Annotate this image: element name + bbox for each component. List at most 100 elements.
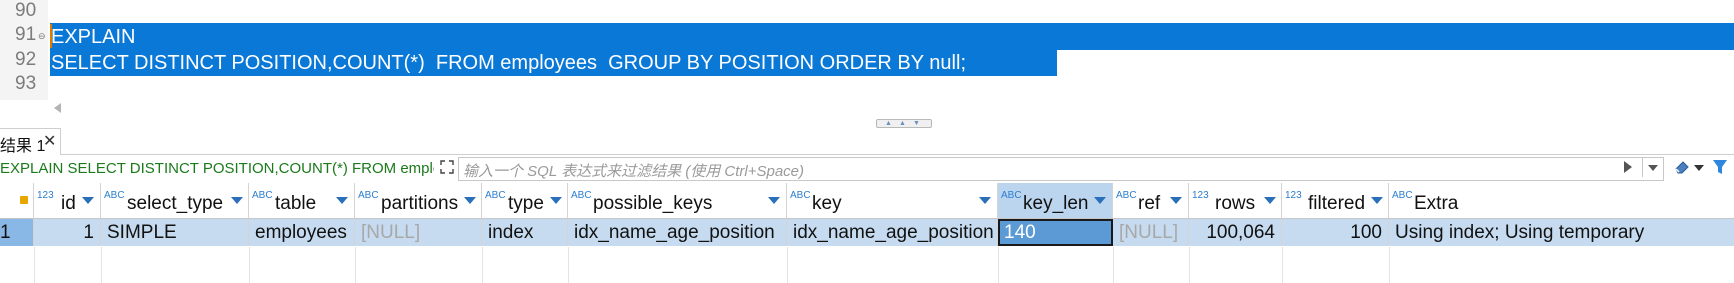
lock-icon <box>20 196 28 204</box>
cell-id[interactable]: 1 <box>34 219 101 246</box>
grid-line <box>1189 247 1190 283</box>
column-header-rows[interactable]: 123 rows <box>1189 183 1282 219</box>
chevron-down-icon[interactable] <box>1170 197 1182 204</box>
cell-type[interactable]: index <box>482 219 568 246</box>
cell-extra[interactable]: Using index; Using temporary <box>1389 219 1734 246</box>
column-name: ref <box>1138 193 1161 214</box>
cell-rows[interactable]: 100,064 <box>1189 219 1282 246</box>
column-name: key_len <box>1023 193 1089 214</box>
sql-editor[interactable]: 90 91 ⊖ 92 93 EXPLAIN SELECT DISTINCT PO… <box>0 0 1734 100</box>
column-name: table <box>275 193 317 214</box>
cell-possible-keys[interactable]: idx_name_age_position <box>568 219 787 246</box>
chevron-down-icon[interactable] <box>1094 197 1106 204</box>
column-header-partitions[interactable]: ABC partitions <box>355 183 482 219</box>
column-header-filtered[interactable]: 123 filtered <box>1282 183 1389 219</box>
line-number: 93 <box>15 73 37 94</box>
code-line[interactable]: SELECT DISTINCT POSITION,COUNT(*) FROM e… <box>51 50 966 76</box>
column-header-id[interactable]: 123 id <box>34 183 101 219</box>
code-line[interactable]: EXPLAIN <box>51 24 135 50</box>
filter-input[interactable]: 输入一个 SQL 表达式来过滤结果 (使用 Ctrl+Space) <box>458 157 1664 181</box>
chevron-down-icon[interactable] <box>550 197 562 204</box>
chevron-down-icon[interactable] <box>231 197 243 204</box>
text-type-icon: ABC <box>485 190 506 201</box>
filter-history-dropdown[interactable] <box>1642 157 1661 177</box>
grid-line <box>1113 247 1114 283</box>
column-header-key-len[interactable]: ABC key_len <box>998 183 1113 219</box>
column-name: Extra <box>1414 193 1459 214</box>
grid-line <box>998 247 999 283</box>
cell-partitions[interactable]: [NULL] <box>355 219 482 246</box>
filter-bar: EXPLAIN SELECT DISTINCT POSITION,COUNT(*… <box>0 156 1734 182</box>
number-type-icon: 123 <box>1192 190 1209 201</box>
column-name: rows <box>1215 193 1256 214</box>
grid-line <box>1389 247 1390 283</box>
chevron-down-icon[interactable] <box>1694 165 1704 171</box>
grid-line <box>249 247 250 283</box>
cell-key[interactable]: idx_name_age_position <box>787 219 998 246</box>
chevron-down-icon[interactable] <box>1371 197 1383 204</box>
tab-results-1[interactable]: 结果 1 ✕ <box>0 128 61 155</box>
eraser-icon[interactable] <box>1673 158 1691 176</box>
selection-highlight <box>50 23 1734 50</box>
panel-splitter[interactable] <box>0 114 1734 124</box>
line-number: 92 <box>15 49 37 70</box>
chevron-down-icon[interactable] <box>1264 197 1276 204</box>
column-header-type[interactable]: ABC type <box>482 183 568 219</box>
empty-grid-area <box>0 247 1734 283</box>
column-name: filtered <box>1308 193 1366 214</box>
number-type-icon: 123 <box>37 190 54 201</box>
close-icon[interactable]: ✕ <box>43 131 56 151</box>
number-type-icon: 123 <box>1285 190 1302 201</box>
text-type-icon: ABC <box>104 190 125 201</box>
text-type-icon: ABC <box>1392 190 1413 201</box>
line-number: 90 <box>15 0 37 21</box>
query-summary: EXPLAIN SELECT DISTINCT POSITION,COUNT(*… <box>0 160 434 177</box>
grid-line <box>568 247 569 283</box>
splitter-handle[interactable]: ▲ ▲ ▼ <box>876 119 932 128</box>
filter-icon[interactable] <box>1712 158 1728 176</box>
cell-table[interactable]: employees <box>249 219 355 246</box>
fold-icon[interactable]: ⊖ <box>38 31 46 42</box>
row-header-corner <box>0 183 34 219</box>
column-header-extra[interactable]: ABC Extra <box>1389 183 1734 219</box>
column-name: partitions <box>381 193 459 214</box>
chevron-down-icon[interactable] <box>979 197 991 204</box>
column-header-table[interactable]: ABC table <box>249 183 355 219</box>
text-type-icon: ABC <box>571 190 592 201</box>
column-header-possible-keys[interactable]: ABC possible_keys <box>568 183 787 219</box>
results-tabbar: 结果 1 ✕ <box>0 128 1734 155</box>
column-name: select_type <box>127 193 224 214</box>
expand-icon[interactable] <box>440 160 454 174</box>
tab-label: 结果 1 <box>0 138 46 155</box>
results-grid[interactable]: 123 id ABC select_type ABC table ABC par… <box>0 183 1734 283</box>
chevron-down-icon[interactable] <box>464 197 476 204</box>
chevron-down-icon[interactable] <box>82 197 94 204</box>
column-header-select-type[interactable]: ABC select_type <box>101 183 249 219</box>
cell-ref[interactable]: [NULL] <box>1113 219 1189 246</box>
column-name: possible_keys <box>593 193 713 214</box>
cell-filtered[interactable]: 100 <box>1282 219 1389 246</box>
column-name: key <box>812 193 842 214</box>
text-type-icon: ABC <box>1116 190 1137 201</box>
grid-line <box>787 247 788 283</box>
grid-line <box>1282 247 1283 283</box>
grid-line <box>34 247 35 283</box>
grid-line <box>355 247 356 283</box>
chevron-down-icon[interactable] <box>768 197 780 204</box>
grid-line <box>482 247 483 283</box>
column-header-key[interactable]: ABC key <box>787 183 998 219</box>
text-type-icon: ABC <box>790 190 811 201</box>
scroll-left-icon[interactable] <box>54 103 61 113</box>
text-type-icon: ABC <box>1001 190 1022 201</box>
grid-line <box>101 247 102 283</box>
column-name: type <box>508 193 544 214</box>
chevron-down-icon[interactable] <box>336 197 348 204</box>
column-header-ref[interactable]: ABC ref <box>1113 183 1189 219</box>
row-number[interactable]: 1 <box>0 219 34 246</box>
column-name: id <box>61 193 76 214</box>
line-number-gutter: 90 91 ⊖ 92 93 <box>0 0 48 100</box>
cell-key-len[interactable]: 140 <box>998 219 1113 246</box>
filter-placeholder: 输入一个 SQL 表达式来过滤结果 (使用 Ctrl+Space) <box>463 163 805 180</box>
apply-filter-icon[interactable] <box>1624 161 1632 173</box>
cell-select-type[interactable]: SIMPLE <box>101 219 249 246</box>
